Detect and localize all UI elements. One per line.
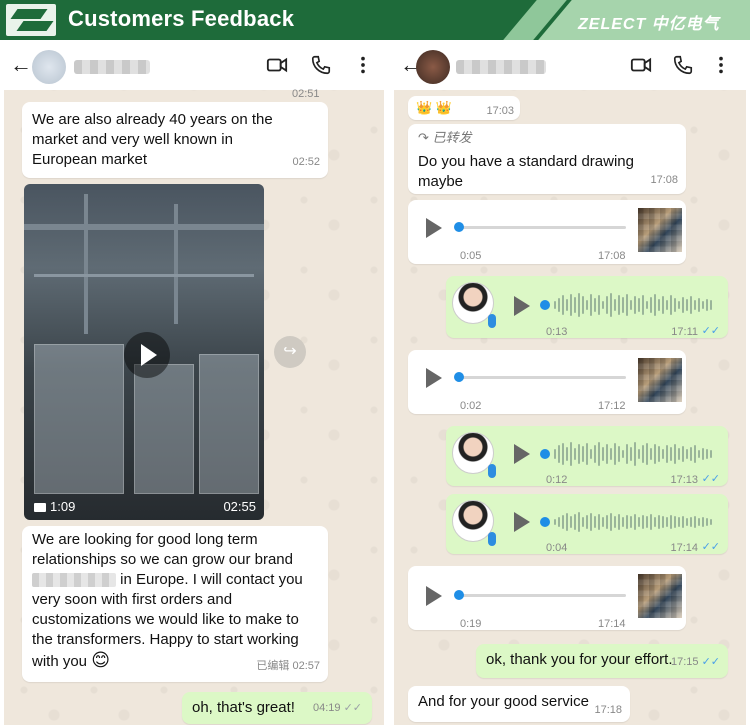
mic-icon: [488, 314, 496, 328]
sender-avatar-blurred: [638, 358, 682, 402]
voice-waveform[interactable]: [554, 441, 712, 467]
audio-scrubber[interactable]: [540, 449, 550, 459]
outgoing-voice-message[interactable]: 0:13 17:11 ✓✓: [446, 276, 728, 338]
audio-scrubber[interactable]: [540, 300, 550, 310]
sender-avatar-blurred: [638, 574, 682, 618]
message-time: 17:08: [598, 250, 626, 262]
incoming-message[interactable]: 👑 👑 17:03: [408, 96, 520, 120]
incoming-message[interactable]: We are also already 40 years on the mark…: [22, 102, 328, 178]
video-duration: 1:09: [50, 499, 76, 514]
incoming-voice-message[interactable]: 0:19 17:14: [408, 566, 686, 630]
message-time: 02:52: [292, 156, 320, 168]
video-call-icon[interactable]: [266, 54, 288, 76]
back-arrow-icon[interactable]: ←: [10, 52, 32, 78]
banner: Customers Feedback ZELECT 中亿电气: [0, 0, 750, 40]
voice-duration: 0:05: [460, 250, 482, 262]
read-ticks-icon: ✓✓: [701, 473, 720, 485]
message-text: Do you have a standard drawing maybe: [418, 153, 634, 190]
message-text: And for your good service: [418, 693, 589, 710]
message-time: 17:11: [671, 326, 698, 338]
brand-logo: ZELECT 中亿电气: [578, 16, 720, 33]
video-camera-icon: [34, 503, 46, 513]
incoming-message[interactable]: We are looking for good long term relati…: [22, 526, 328, 682]
video-call-icon[interactable]: [630, 54, 652, 76]
contact-name-blurred[interactable]: [456, 60, 546, 74]
audio-track[interactable]: [458, 376, 626, 379]
outgoing-voice-message[interactable]: 0:04 17:14 ✓✓: [446, 494, 728, 554]
message-text: ok, thank you for your effort.: [486, 651, 673, 668]
message-time: 17:03: [486, 105, 514, 117]
outgoing-message[interactable]: oh, that's great! 04:19 ✓✓: [182, 692, 372, 724]
voice-duration: 0:02: [460, 400, 482, 412]
message-text: oh, that's great!: [192, 699, 295, 716]
contact-avatar[interactable]: [416, 50, 450, 84]
message-time: 17:14: [598, 618, 626, 630]
read-ticks-icon: ✓✓: [701, 541, 720, 553]
message-time: 02:51: [292, 88, 320, 100]
audio-scrubber[interactable]: [454, 222, 464, 232]
message-time: 02:57: [292, 660, 320, 672]
message-time: 17:15: [670, 656, 699, 668]
logo-icon: [6, 4, 56, 36]
video-play-button[interactable]: [124, 332, 170, 378]
read-ticks-icon: ✓✓: [701, 325, 720, 337]
message-time: 04:19: [312, 702, 341, 714]
crown-emoji-icon: 👑 👑: [416, 100, 452, 115]
play-icon[interactable]: [426, 218, 442, 238]
outgoing-message[interactable]: ok, thank you for your effort. 17:15 ✓✓: [476, 644, 728, 678]
smile-emoji-icon: 😊: [91, 650, 110, 670]
message-time: 17:18: [594, 704, 622, 716]
message-time: 17:14: [670, 542, 698, 554]
voice-duration: 0:13: [546, 326, 568, 338]
incoming-voice-message[interactable]: 0:02 17:12: [408, 350, 686, 414]
incoming-message[interactable]: And for your good service 17:18: [408, 686, 630, 722]
read-ticks-icon: ✓✓: [343, 702, 362, 714]
voice-duration: 0:19: [460, 618, 482, 630]
play-icon[interactable]: [514, 296, 530, 316]
message-time: 17:08: [650, 174, 678, 186]
play-icon[interactable]: [514, 512, 530, 532]
edited-label: 已编辑: [256, 660, 290, 672]
voice-duration: 0:12: [546, 474, 568, 486]
play-icon[interactable]: [426, 368, 442, 388]
contact-avatar[interactable]: [32, 50, 66, 84]
sender-avatar-blurred: [638, 208, 682, 252]
message-time: 17:13: [670, 474, 698, 486]
mic-icon: [488, 532, 496, 546]
message-text: We are also already 40 years on the mark…: [32, 111, 273, 168]
right-chat-screen: ← 👑 👑 17:03 ↷ 已转发 Do you have a standard…: [394, 40, 746, 725]
phone-icon[interactable]: [310, 54, 332, 76]
read-ticks-icon: ✓✓: [701, 656, 720, 668]
blurred-brand: [32, 573, 116, 588]
audio-scrubber[interactable]: [540, 517, 550, 527]
chat-header: ←: [394, 40, 746, 90]
outgoing-voice-message[interactable]: 0:12 17:13 ✓✓: [446, 426, 728, 486]
banner-title: Customers Feedback: [68, 6, 295, 31]
mic-icon: [488, 464, 496, 478]
voice-waveform[interactable]: [554, 292, 712, 318]
play-icon[interactable]: [514, 444, 530, 464]
incoming-voice-message[interactable]: 0:05 17:08: [408, 200, 686, 264]
voice-waveform[interactable]: [554, 509, 712, 535]
message-time: 17:12: [598, 400, 626, 412]
more-icon[interactable]: [352, 54, 374, 76]
audio-track[interactable]: [458, 594, 626, 597]
video-message[interactable]: 1:09 02:55: [24, 184, 264, 520]
left-chat-screen: ← 02:51 We are also already 40 years on …: [4, 40, 384, 725]
more-icon[interactable]: [710, 54, 732, 76]
voice-duration: 0:04: [546, 542, 568, 554]
forward-icon[interactable]: ↪: [274, 336, 306, 368]
incoming-message[interactable]: ↷ 已转发 Do you have a standard drawing may…: [408, 124, 686, 194]
forwarded-label: ↷ 已转发: [418, 130, 472, 145]
video-time: 02:55: [223, 499, 256, 514]
contact-name-blurred[interactable]: [74, 60, 150, 74]
audio-track[interactable]: [458, 226, 626, 229]
play-icon[interactable]: [426, 586, 442, 606]
chat-header: ←: [4, 40, 384, 90]
phone-icon[interactable]: [672, 54, 694, 76]
message-text: We are looking for good long term relati…: [32, 531, 293, 568]
audio-scrubber[interactable]: [454, 372, 464, 382]
audio-scrubber[interactable]: [454, 590, 464, 600]
